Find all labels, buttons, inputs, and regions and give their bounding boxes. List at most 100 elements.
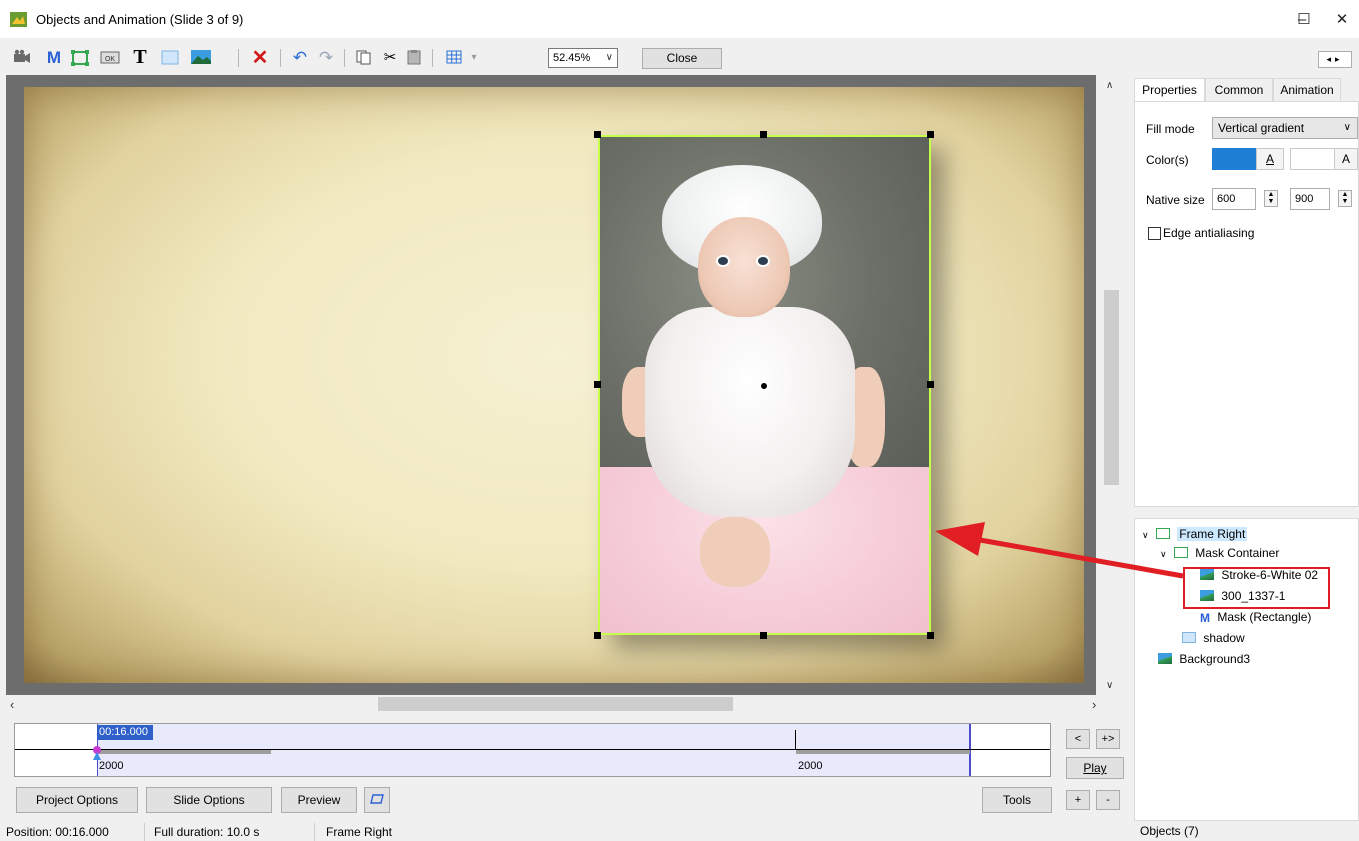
tree-item-label: Frame Right xyxy=(1177,527,1248,541)
tree-item-mask-container[interactable]: ∨ Mask Container xyxy=(1160,544,1279,562)
tree-item-label: Background3 xyxy=(1179,652,1251,666)
resize-handle[interactable] xyxy=(927,381,934,388)
native-width-input[interactable]: 600 xyxy=(1212,188,1256,210)
scroll-down-icon[interactable]: ∨ xyxy=(1106,680,1113,691)
ok-button-icon[interactable]: OK xyxy=(100,49,120,69)
timeline-bar xyxy=(796,750,970,754)
keyframe-marker[interactable] xyxy=(795,730,796,750)
resize-handle[interactable] xyxy=(760,131,767,138)
zoom-select[interactable]: 52.45% ∨ xyxy=(548,48,618,68)
app-icon xyxy=(10,12,27,27)
scroll-left-icon[interactable]: ‹ xyxy=(10,697,14,712)
object-tree xyxy=(1134,518,1359,821)
close-button[interactable]: Close xyxy=(642,48,722,69)
chevron-down-icon[interactable]: ∨ xyxy=(1160,549,1167,559)
timeline[interactable]: 00:16.000 2000 2000 xyxy=(14,723,1051,777)
grid-dropdown-icon[interactable]: ▾ xyxy=(464,48,484,68)
toolbar-separator xyxy=(280,49,281,67)
panel-nav-arrows[interactable]: ◂▸ xyxy=(1318,51,1352,68)
resize-handle[interactable] xyxy=(927,632,934,639)
paste-icon[interactable] xyxy=(404,49,424,69)
status-separator xyxy=(144,823,145,841)
keyframe-value-right: 2000 xyxy=(798,760,823,772)
chevron-down-icon: ∨ xyxy=(1343,122,1351,133)
undo-icon[interactable]: ↶ xyxy=(290,48,310,68)
image-icon xyxy=(1158,653,1172,664)
tab-animation[interactable]: Animation xyxy=(1273,78,1341,102)
native-height-input[interactable]: 900 xyxy=(1290,188,1330,210)
tree-item-label: shadow xyxy=(1203,631,1245,645)
status-duration: Full duration: 10.0 s xyxy=(154,825,260,839)
horizontal-scroll-thumb[interactable] xyxy=(378,697,733,711)
redo-icon[interactable]: ↷ xyxy=(316,48,336,68)
baby-face xyxy=(698,217,790,317)
toolbar-separator xyxy=(432,49,433,67)
color-swatch-1[interactable] xyxy=(1212,148,1257,170)
chevron-down-icon[interactable]: ∨ xyxy=(1142,530,1149,540)
playhead-arrow-icon[interactable] xyxy=(93,752,101,760)
jump-button[interactable]: +> xyxy=(1096,729,1120,749)
zoom-value: 52.45% xyxy=(553,52,591,64)
status-position: Position: 00:16.000 xyxy=(6,825,109,839)
preview-button[interactable]: Preview xyxy=(281,787,357,813)
tree-item-label: Mask (Rectangle) xyxy=(1217,610,1312,624)
edge-antialiasing-checkbox[interactable] xyxy=(1148,227,1161,240)
slide-options-button[interactable]: Slide Options xyxy=(146,787,272,813)
tree-item-frame-right[interactable]: ∨ Frame Right xyxy=(1142,525,1248,543)
tools-button[interactable]: Tools xyxy=(982,787,1052,813)
fill-mode-label: Fill mode xyxy=(1146,122,1195,136)
scroll-right-icon[interactable]: › xyxy=(1092,697,1096,712)
mask-icon: M xyxy=(1200,611,1210,625)
prev-keyframe-button[interactable]: < xyxy=(1066,729,1090,749)
fullscreen-preview-button[interactable] xyxy=(364,787,390,813)
color-swatch-2[interactable] xyxy=(1290,148,1335,170)
status-selected-object: Frame Right xyxy=(326,825,393,839)
resize-handle[interactable] xyxy=(594,131,601,138)
scroll-up-icon[interactable]: ∧ xyxy=(1106,80,1113,91)
tree-item-background[interactable]: Background3 xyxy=(1158,650,1250,668)
cut-icon[interactable]: ✂ xyxy=(380,48,400,68)
maximize-button[interactable]: ☐ xyxy=(1284,8,1324,32)
frame-icon[interactable] xyxy=(70,49,90,69)
camera-icon[interactable] xyxy=(12,49,32,69)
center-handle[interactable] xyxy=(761,383,767,389)
resize-handle[interactable] xyxy=(927,131,934,138)
screen-icon xyxy=(370,793,384,807)
baby-eye xyxy=(756,255,770,267)
toolbar-separator xyxy=(238,49,239,67)
baby-leg xyxy=(700,517,770,587)
copy-icon[interactable] xyxy=(354,49,374,69)
tab-common[interactable]: Common xyxy=(1205,78,1273,102)
image-icon[interactable] xyxy=(190,49,211,69)
tree-item-shadow[interactable]: shadow xyxy=(1182,629,1245,647)
remove-keyframe-button[interactable]: - xyxy=(1096,790,1120,810)
native-height-spinner[interactable]: ▲ ▼ xyxy=(1338,190,1352,207)
delete-icon[interactable]: ✕ xyxy=(250,48,270,68)
mask-icon[interactable]: M xyxy=(44,48,64,68)
add-keyframe-button[interactable]: + xyxy=(1066,790,1090,810)
rectangle-icon[interactable] xyxy=(160,49,180,69)
tree-item-label: Mask Container xyxy=(1195,546,1280,560)
color-2-alpha-button[interactable]: A xyxy=(1334,148,1358,170)
resize-handle[interactable] xyxy=(594,381,601,388)
close-window-button[interactable]: ✕ xyxy=(1322,8,1359,32)
tab-properties[interactable]: Properties xyxy=(1134,78,1205,103)
slide-canvas[interactable] xyxy=(6,75,1096,695)
time-marker-label: 00:16.000 xyxy=(97,725,153,740)
text-icon[interactable]: T xyxy=(130,47,150,67)
grid-icon[interactable] xyxy=(444,49,464,69)
resize-handle[interactable] xyxy=(760,632,767,639)
rectangle-icon xyxy=(1182,632,1196,643)
chevron-down-icon: ∨ xyxy=(605,52,613,63)
vertical-scroll-thumb[interactable] xyxy=(1104,290,1119,485)
fill-mode-select[interactable]: Vertical gradient ∨ xyxy=(1212,117,1358,139)
play-button[interactable]: Play xyxy=(1066,757,1124,779)
tree-item-mask[interactable]: M Mask (Rectangle) xyxy=(1200,608,1311,626)
timeline-axis xyxy=(15,749,1050,750)
fill-mode-value: Vertical gradient xyxy=(1218,121,1305,135)
frame-icon xyxy=(1155,528,1170,539)
resize-handle[interactable] xyxy=(594,632,601,639)
color-1-alpha-button[interactable]: A xyxy=(1256,148,1284,170)
project-options-button[interactable]: Project Options xyxy=(16,787,138,813)
native-width-spinner[interactable]: ▲ ▼ xyxy=(1264,190,1278,207)
